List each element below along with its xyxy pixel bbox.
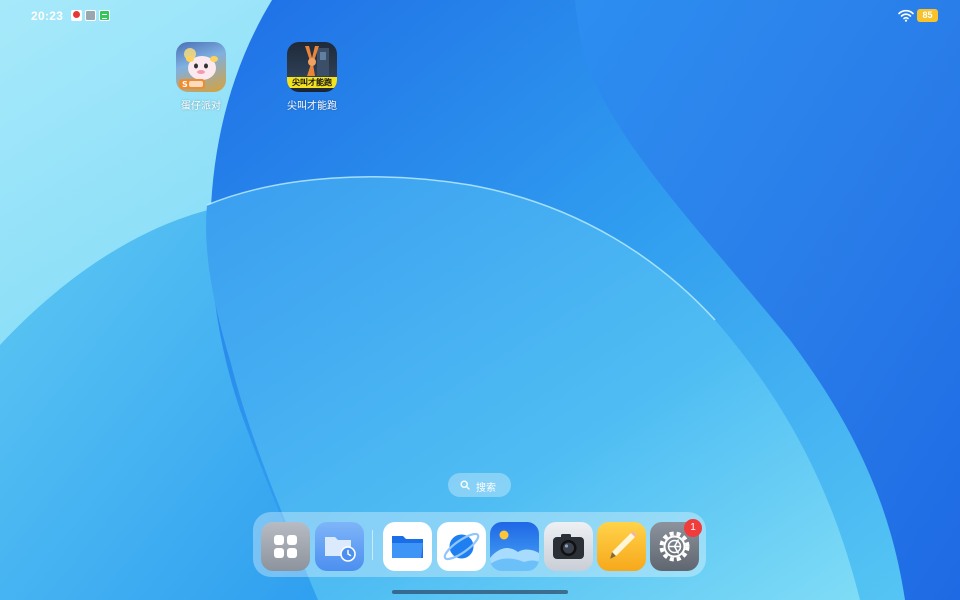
folder-icon: [392, 536, 423, 558]
status-time: 20:23: [31, 9, 64, 23]
wallpaper: [0, 0, 960, 600]
app-label: 尖叫才能跑: [287, 101, 337, 112]
camera-icon: [553, 534, 584, 559]
dock-app-drawer[interactable]: [261, 522, 310, 571]
dock-recent-files[interactable]: [315, 522, 364, 571]
search-label: 搜索: [476, 483, 496, 494]
message-notification-icon: [99, 10, 110, 21]
search-icon: [460, 480, 470, 490]
pencil-icon: [610, 531, 637, 559]
svg-text:S: S: [182, 80, 188, 89]
grid-icon: [274, 535, 297, 558]
search-button[interactable]: 搜索: [448, 473, 511, 497]
home-indicator[interactable]: [392, 590, 568, 594]
home-app-eggy-party[interactable]: S 蛋仔派对: [161, 42, 241, 112]
battery-indicator: 85: [917, 9, 938, 22]
settings-notification-badge: 1: [684, 519, 702, 537]
dock-notes[interactable]: [597, 522, 646, 571]
dock-gallery[interactable]: [490, 522, 539, 571]
planet-icon: [443, 532, 480, 561]
photo-icon: [490, 530, 539, 571]
scream-run-icon-text: 尖叫才能跑: [287, 77, 337, 88]
dock: [253, 512, 706, 577]
wifi-icon: [898, 9, 914, 22]
dock-divider: [372, 530, 373, 560]
dock-camera[interactable]: [544, 522, 593, 571]
eggy-party-app-icon: S: [176, 42, 226, 92]
scream-run-app-icon: 尖叫才能跑: [287, 42, 337, 92]
weibo-notification-icon: [71, 10, 82, 21]
home-app-scream-run[interactable]: 尖叫才能跑 尖叫才能跑: [272, 42, 352, 112]
app-label: 蛋仔派对: [181, 101, 221, 112]
app-notification-icon: [85, 10, 96, 21]
dock-browser[interactable]: [437, 522, 486, 571]
folder-clock-icon: [325, 537, 356, 562]
status-bar: 20:23 85: [0, 0, 960, 32]
dock-files[interactable]: [383, 522, 432, 571]
